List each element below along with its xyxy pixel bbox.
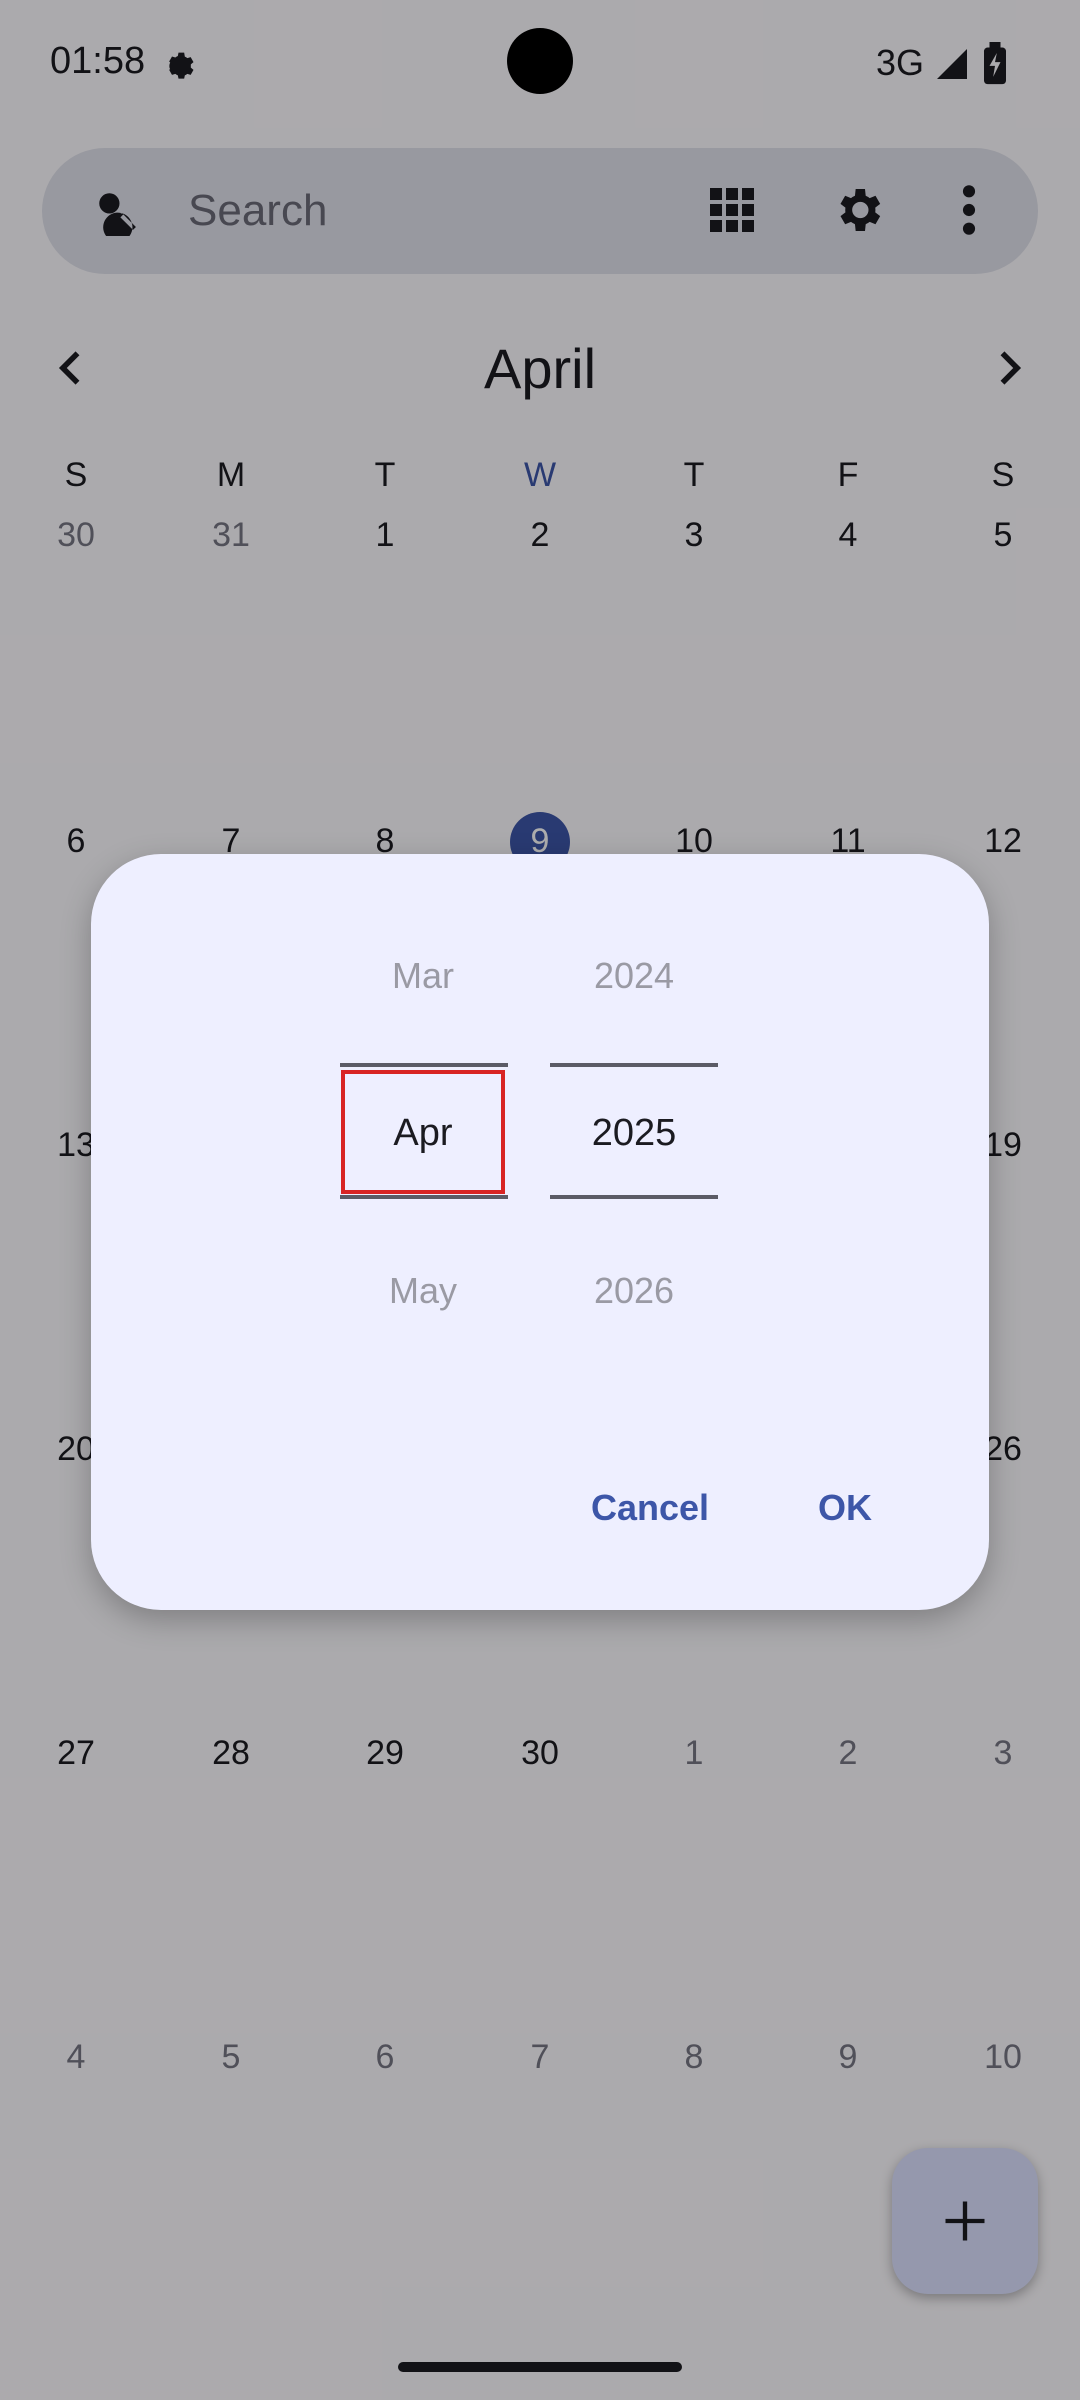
month-picker-divider-top bbox=[340, 1063, 508, 1067]
ok-button[interactable]: OK bbox=[818, 1487, 872, 1529]
year-picker-divider-top bbox=[550, 1063, 718, 1067]
year-option-next[interactable]: 2026 bbox=[549, 1270, 719, 1312]
month-option-previous[interactable]: Mar bbox=[338, 955, 508, 997]
month-option-next[interactable]: May bbox=[338, 1270, 508, 1312]
month-picker-focus-highlight bbox=[341, 1070, 505, 1194]
month-picker-divider-bottom bbox=[340, 1195, 508, 1199]
year-picker-divider-bottom bbox=[550, 1195, 718, 1199]
year-option-selected[interactable]: 2025 bbox=[549, 1112, 719, 1155]
cancel-button[interactable]: Cancel bbox=[591, 1487, 709, 1529]
year-option-previous[interactable]: 2024 bbox=[549, 955, 719, 997]
